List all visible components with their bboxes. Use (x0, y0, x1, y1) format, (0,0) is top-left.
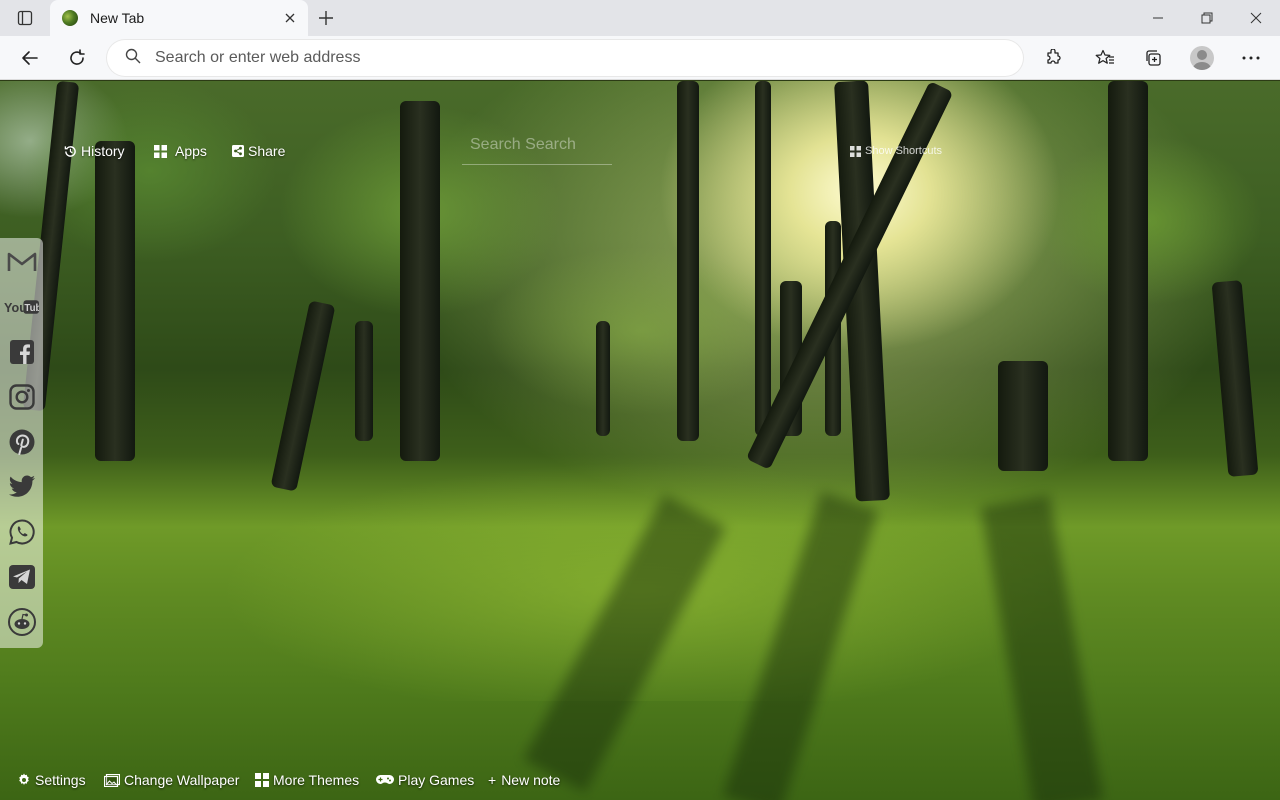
show-shortcuts-label: Show Shortcuts (865, 145, 943, 157)
instagram-icon[interactable] (4, 379, 39, 415)
plus-icon: + (488, 772, 497, 788)
history-icon (64, 145, 76, 157)
history-label: History (81, 143, 125, 159)
tab-title: New Tab (90, 10, 145, 26)
themes-grid-icon (255, 773, 269, 787)
tree-trunk (355, 321, 373, 441)
svg-text:Tube: Tube (24, 303, 39, 314)
extensions-icon[interactable] (1037, 42, 1069, 74)
apps-grid-icon (154, 144, 167, 158)
shortcuts-grid-icon (850, 145, 861, 157)
tree-trunk (755, 81, 771, 436)
more-menu-icon[interactable] (1235, 42, 1267, 74)
tree-trunk (677, 81, 699, 441)
more-themes-link[interactable]: More Themes (255, 772, 359, 788)
tree-trunk (1108, 81, 1148, 461)
reddit-icon[interactable] (4, 604, 39, 640)
active-tab[interactable]: New Tab (50, 0, 308, 36)
telegram-icon[interactable] (4, 559, 39, 595)
favorites-icon[interactable] (1089, 42, 1121, 74)
tree-trunk (596, 321, 610, 436)
change-wallpaper-link[interactable]: Change Wallpaper (104, 772, 239, 788)
back-button[interactable] (14, 42, 46, 74)
show-shortcuts-button[interactable]: Show Shortcuts (850, 145, 942, 157)
page-search-box[interactable] (462, 125, 612, 165)
play-games-link[interactable]: Play Games (376, 772, 474, 788)
tab-strip: New Tab (0, 0, 1280, 36)
share-label: Share (248, 143, 286, 159)
gear-icon (19, 773, 29, 785)
change-wallpaper-label: Change Wallpaper (124, 772, 240, 788)
facebook-icon[interactable] (4, 334, 39, 370)
close-window-button[interactable] (1233, 4, 1279, 32)
tree-trunk (998, 361, 1048, 471)
tab-favicon-icon (62, 10, 78, 26)
youtube-icon[interactable]: YouTube (4, 289, 39, 325)
pinterest-icon[interactable] (4, 424, 39, 460)
social-sidebar: YouTube (0, 238, 43, 648)
twitter-icon[interactable] (4, 469, 39, 505)
apps-label: Apps (175, 143, 207, 159)
settings-link[interactable]: Settings (17, 772, 86, 788)
tree-trunk (95, 141, 135, 461)
new-tab-page: History Apps Share Show Shortcuts YouTub… (0, 81, 1280, 800)
refresh-button[interactable] (61, 42, 93, 74)
restore-button[interactable] (1184, 4, 1230, 32)
share-link[interactable]: Share (232, 143, 285, 159)
play-games-label: Play Games (398, 772, 475, 788)
gamepad-icon (376, 775, 394, 784)
new-note-label: New note (501, 772, 561, 788)
wallpaper-canopy (0, 81, 1280, 461)
settings-label: Settings (35, 772, 86, 788)
address-bar[interactable] (107, 40, 1023, 76)
new-note-link[interactable]: + New note (488, 772, 560, 788)
close-tab-icon[interactable] (278, 6, 302, 30)
apps-link[interactable]: Apps (154, 143, 207, 159)
gmail-icon[interactable] (4, 244, 39, 280)
tab-actions-icon[interactable] (12, 8, 38, 28)
profile-button[interactable] (1186, 42, 1218, 74)
address-input[interactable] (155, 49, 975, 67)
whatsapp-icon[interactable] (4, 514, 39, 550)
more-themes-label: More Themes (273, 772, 360, 788)
new-tab-button[interactable] (313, 6, 339, 30)
search-icon (125, 48, 141, 69)
history-link[interactable]: History (64, 143, 125, 159)
collections-icon[interactable] (1137, 42, 1169, 74)
share-icon (232, 145, 244, 157)
avatar (1190, 46, 1214, 70)
minimize-button[interactable] (1135, 4, 1181, 32)
page-search-input[interactable] (470, 135, 610, 154)
wallpaper-icon (104, 773, 120, 787)
tree-trunk (400, 101, 440, 461)
browser-toolbar (0, 36, 1280, 80)
